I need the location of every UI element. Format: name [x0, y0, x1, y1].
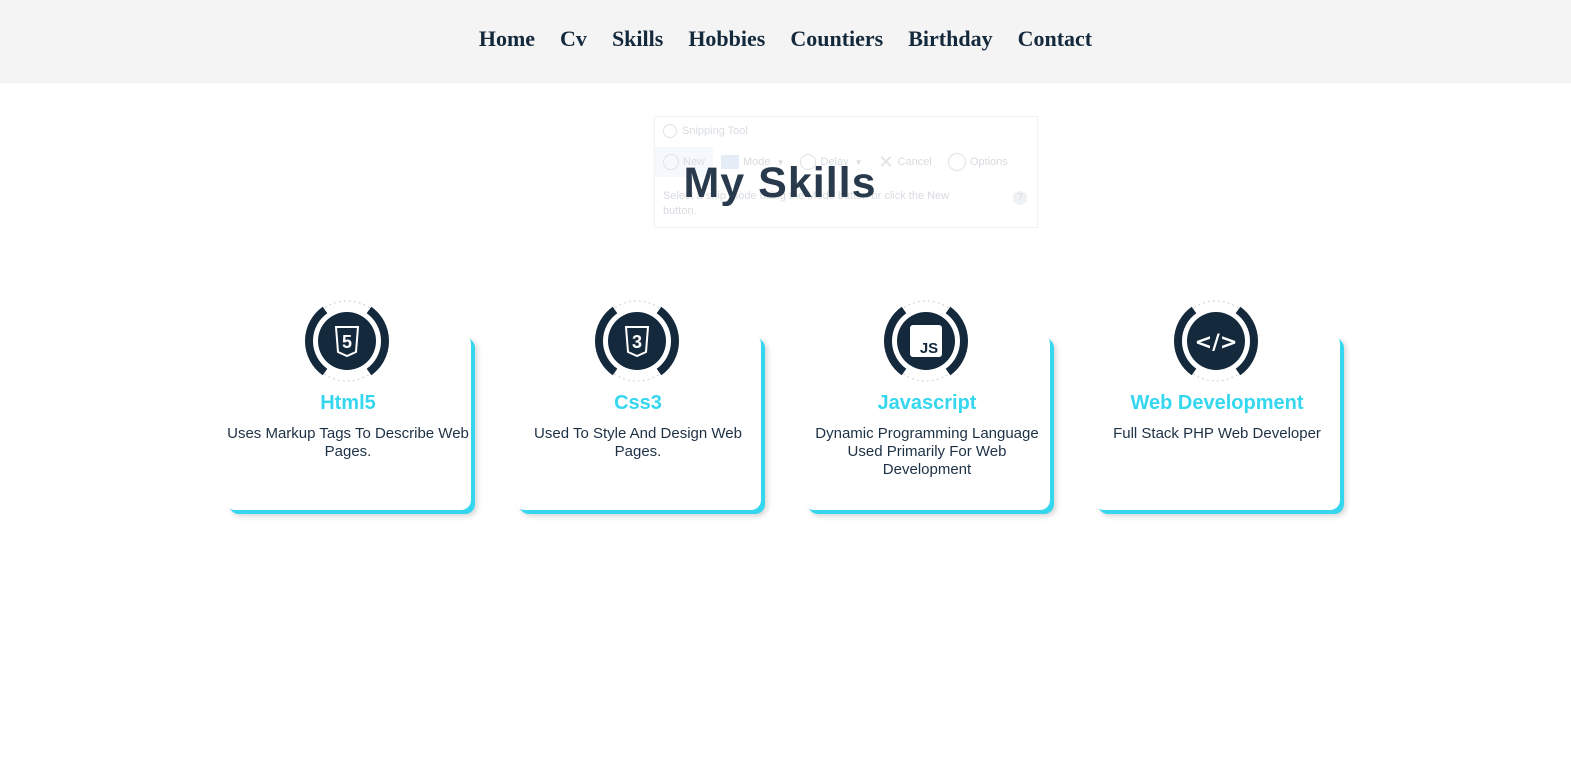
skill-card-css3: 3 Css3 Used To Style And Design Web Page…	[515, 300, 761, 510]
nav-link-skills[interactable]: Skills	[612, 26, 663, 51]
skill-card-html5: 5 Html5 Uses Markup Tags To Describe Web…	[225, 300, 471, 510]
nav-item-countiers: Countiers	[790, 26, 883, 55]
skill-description: Dynamic Programming Language Used Primar…	[815, 425, 1039, 478]
skill-description: Uses Markup Tags To Describe Web Pages.	[227, 425, 469, 460]
skill-card-web-development: </> Web Development Full Stack PHP Web D…	[1094, 300, 1340, 510]
css3-icon: 3	[587, 300, 687, 382]
skill-title: Javascript	[877, 392, 977, 414]
nav-link-cv[interactable]: Cv	[560, 26, 587, 51]
nav-link-contact[interactable]: Contact	[1018, 26, 1093, 51]
nav-link-home[interactable]: Home	[479, 26, 535, 51]
nav-item-contact: Contact	[1018, 26, 1093, 55]
nav-item-cv: Cv	[560, 26, 587, 55]
snipping-tool-titlebar: Snipping Tool	[663, 124, 748, 138]
js-glyph: JS	[920, 340, 938, 357]
nav-item-birthday: Birthday	[908, 26, 992, 55]
nav-item-hobbies: Hobbies	[688, 26, 765, 55]
top-nav: Home Cv Skills Hobbies Countiers Birthda…	[0, 0, 1571, 83]
code-glyph: </>	[1195, 330, 1238, 354]
html5-glyph: 5	[342, 332, 352, 352]
skill-title: Html5	[320, 392, 376, 414]
nav-list: Home Cv Skills Hobbies Countiers Birthda…	[479, 26, 1093, 55]
skills-grid: 5 Html5 Uses Markup Tags To Describe Web…	[225, 300, 1347, 520]
code-icon: </>	[1166, 300, 1266, 382]
skill-description: Used To Style And Design Web Pages.	[534, 425, 742, 460]
skill-title: Css3	[614, 392, 662, 414]
nav-item-home: Home	[479, 26, 535, 55]
skill-title: Web Development	[1130, 392, 1304, 414]
nav-link-birthday[interactable]: Birthday	[908, 26, 992, 51]
nav-link-countiers[interactable]: Countiers	[790, 26, 883, 51]
snipping-tool-title: Snipping Tool	[682, 125, 748, 137]
nav-link-hobbies[interactable]: Hobbies	[688, 26, 765, 51]
html5-icon: 5	[297, 300, 397, 382]
page-title: My Skills	[683, 159, 877, 207]
js-icon: JS	[876, 300, 976, 382]
nav-item-skills: Skills	[612, 26, 663, 55]
css3-glyph: 3	[632, 332, 642, 352]
snipping-tool-app-icon	[663, 124, 677, 138]
skill-description: Full Stack PHP Web Developer	[1113, 425, 1321, 442]
skill-card-javascript: JS Javascript Dynamic Programming Langua…	[804, 300, 1050, 510]
